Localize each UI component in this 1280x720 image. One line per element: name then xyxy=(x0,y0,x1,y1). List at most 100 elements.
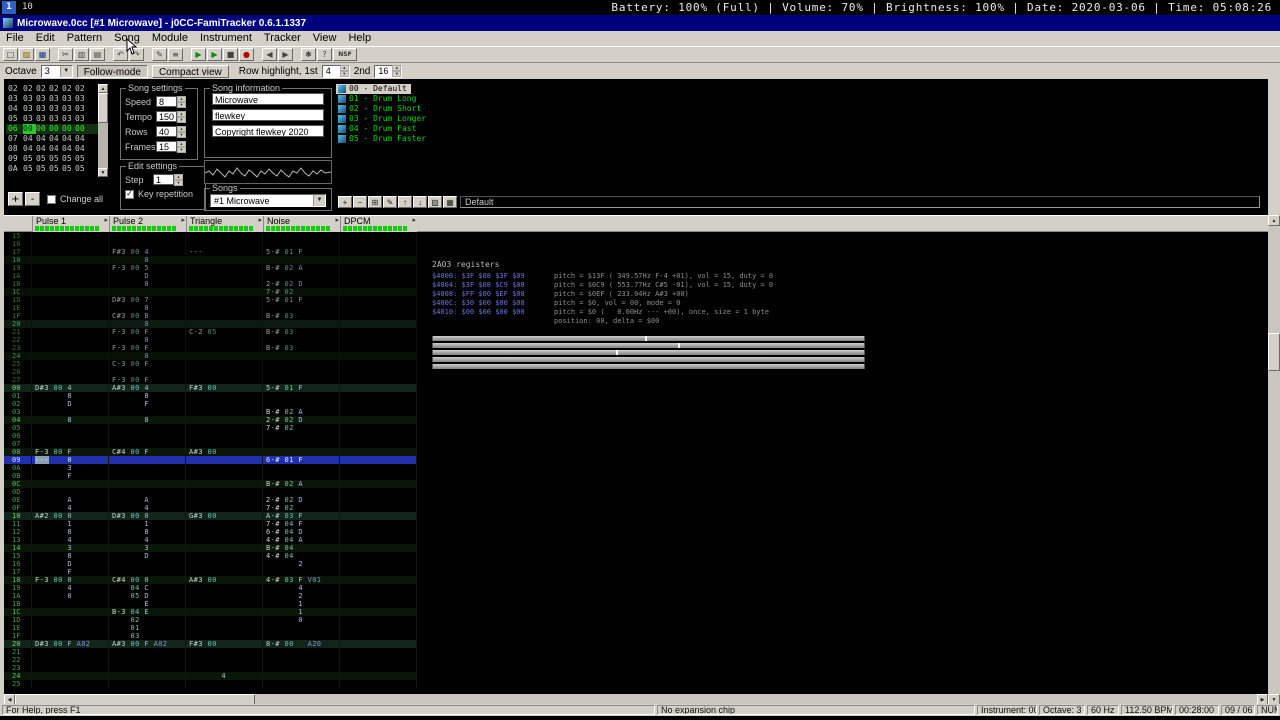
channel-expand-icon[interactable]: ▸ xyxy=(104,217,108,224)
pattern-cell[interactable]: 2 xyxy=(263,592,340,600)
pattern-cell[interactable] xyxy=(263,368,340,376)
pattern-cell[interactable] xyxy=(109,648,186,656)
frame-pattern-cell[interactable]: 03 xyxy=(36,114,49,124)
frame-pattern-cell[interactable]: 04 xyxy=(23,134,36,144)
pattern-cell[interactable] xyxy=(32,672,109,680)
pattern-cell[interactable]: C#3 00 B xyxy=(109,312,186,320)
pattern-cell[interactable] xyxy=(340,536,417,544)
pattern-cell[interactable]: 4 xyxy=(263,584,340,592)
menu-edit[interactable]: Edit xyxy=(30,31,61,46)
pattern-cell[interactable]: 2-# 02 D xyxy=(263,280,340,288)
pattern-cell[interactable] xyxy=(340,488,417,496)
pattern-cell[interactable]: A#3 00 xyxy=(186,576,263,584)
pattern-cell[interactable] xyxy=(186,336,263,344)
pattern-cell[interactable]: F-3 00 5 xyxy=(109,264,186,272)
pattern-cell[interactable] xyxy=(340,288,417,296)
frame-pattern-cell[interactable]: 03 xyxy=(49,114,62,124)
pattern-cell[interactable]: D xyxy=(109,272,186,280)
pattern-cell[interactable]: C#4 00 0 xyxy=(109,576,186,584)
pattern-cell[interactable]: 4 xyxy=(109,504,186,512)
pattern-cell[interactable] xyxy=(340,648,417,656)
pattern-row[interactable]: 1B 8 2-# 02 D xyxy=(4,280,417,288)
pattern-cell[interactable] xyxy=(32,424,109,432)
pattern-cell[interactable]: D#3 00 0 xyxy=(109,512,186,520)
pattern-cell[interactable] xyxy=(340,256,417,264)
pattern-cell[interactable]: 8-# 00 A20 xyxy=(263,640,340,648)
frame-remove-button[interactable]: - xyxy=(25,192,40,206)
frame-pattern-cell[interactable]: 02 xyxy=(75,84,88,94)
pattern-cell[interactable] xyxy=(186,608,263,616)
pattern-cell[interactable]: 8 xyxy=(109,256,186,264)
pattern-cell[interactable] xyxy=(32,240,109,248)
pattern-cell[interactable] xyxy=(186,552,263,560)
previous-frame-button[interactable]: ◀ xyxy=(262,48,277,61)
menu-pattern[interactable]: Pattern xyxy=(61,31,108,46)
pattern-row[interactable]: 1C 7-# 02 xyxy=(4,288,417,296)
pattern-row[interactable]: 1A 0 05 D 2 xyxy=(4,592,417,600)
add-instrument-button[interactable]: + xyxy=(338,196,352,208)
frames-input[interactable]: 15 xyxy=(156,141,177,152)
pattern-cell[interactable] xyxy=(32,264,109,272)
frame-pattern-cell[interactable]: 04 xyxy=(75,134,88,144)
pattern-cell[interactable] xyxy=(186,240,263,248)
frame-pattern-cell[interactable]: 04 xyxy=(49,144,62,154)
channel-expand-icon[interactable]: ▸ xyxy=(258,217,262,224)
pattern-cell[interactable] xyxy=(186,288,263,296)
instrument-item[interactable]: 05 - Drum Faster xyxy=(336,134,430,144)
pattern-cell[interactable] xyxy=(263,320,340,328)
pattern-cell[interactable] xyxy=(186,544,263,552)
pattern-cell[interactable] xyxy=(186,264,263,272)
pattern-cell[interactable] xyxy=(186,312,263,320)
frame-pattern-cell[interactable]: 00 xyxy=(36,124,49,134)
pattern-cell[interactable] xyxy=(186,648,263,656)
pattern-cell[interactable] xyxy=(186,368,263,376)
pattern-cell[interactable] xyxy=(109,368,186,376)
pattern-row[interactable]: 0E A A 2-# 02 D xyxy=(4,496,417,504)
pattern-cell[interactable] xyxy=(186,296,263,304)
frame-row[interactable]: 050303030303 xyxy=(6,114,98,124)
pattern-cell[interactable]: D#3 00 4 xyxy=(32,384,109,392)
pattern-row[interactable]: 1E 8 xyxy=(4,304,417,312)
pattern-cell[interactable] xyxy=(109,432,186,440)
pattern-cell[interactable] xyxy=(32,256,109,264)
compact-view-button[interactable]: Compact view xyxy=(152,65,229,78)
remove-instrument-button[interactable]: − xyxy=(353,196,367,208)
pattern-cell[interactable]: D xyxy=(32,400,109,408)
channel-header-pulse-1[interactable]: Pulse 1▸ xyxy=(32,216,109,232)
pattern-cell[interactable] xyxy=(32,680,109,688)
highlight-second-spinner[interactable]: 16 ▲▼ xyxy=(374,65,402,78)
pattern-row[interactable]: 16 xyxy=(4,240,417,248)
pattern-cell[interactable] xyxy=(186,560,263,568)
pattern-cell[interactable] xyxy=(340,608,417,616)
pattern-cell[interactable] xyxy=(186,320,263,328)
pattern-cell[interactable] xyxy=(186,536,263,544)
pattern-cell[interactable]: 1 xyxy=(263,608,340,616)
pattern-row[interactable]: 20 8 xyxy=(4,320,417,328)
pattern-cell[interactable]: 4 xyxy=(32,536,109,544)
pattern-cell[interactable] xyxy=(32,296,109,304)
pattern-cell[interactable]: B-# 04 xyxy=(263,544,340,552)
tempo-input[interactable]: 150 xyxy=(156,111,177,122)
pattern-cell[interactable] xyxy=(186,624,263,632)
pattern-cell[interactable] xyxy=(32,488,109,496)
channel-expand-icon[interactable]: ▸ xyxy=(412,217,416,224)
pattern-cell[interactable] xyxy=(263,464,340,472)
pattern-cell[interactable]: 6-# 01 F xyxy=(263,456,340,464)
pattern-row[interactable]: 20D#3 00 F A02A#3 00 F A02F#3 00 8-# 00 … xyxy=(4,640,417,648)
octave-select[interactable]: 3 ▼ xyxy=(41,65,73,78)
pattern-cell[interactable]: E xyxy=(109,600,186,608)
instrument-item[interactable]: 03 - Drum Longer xyxy=(336,114,430,124)
chevron-down-icon[interactable]: ▼ xyxy=(60,66,72,77)
move-instrument-down-button[interactable]: ↓ xyxy=(413,196,427,208)
pattern-row[interactable]: 06 xyxy=(4,432,417,440)
open-file-button[interactable]: ▨ xyxy=(19,48,34,61)
pattern-cell[interactable]: 8 xyxy=(32,416,109,424)
pattern-cell[interactable]: 7-# 02 xyxy=(263,504,340,512)
new-file-button[interactable]: □ xyxy=(3,48,18,61)
rows-spinner[interactable]: ▲▼ xyxy=(177,126,186,138)
pattern-row[interactable]: 27 F-3 00 F xyxy=(4,376,417,384)
pattern-cell[interactable] xyxy=(340,448,417,456)
pattern-cell[interactable]: B-3 04 E xyxy=(109,608,186,616)
pattern-cell[interactable] xyxy=(186,304,263,312)
pattern-cell[interactable]: C-2 05 xyxy=(186,328,263,336)
